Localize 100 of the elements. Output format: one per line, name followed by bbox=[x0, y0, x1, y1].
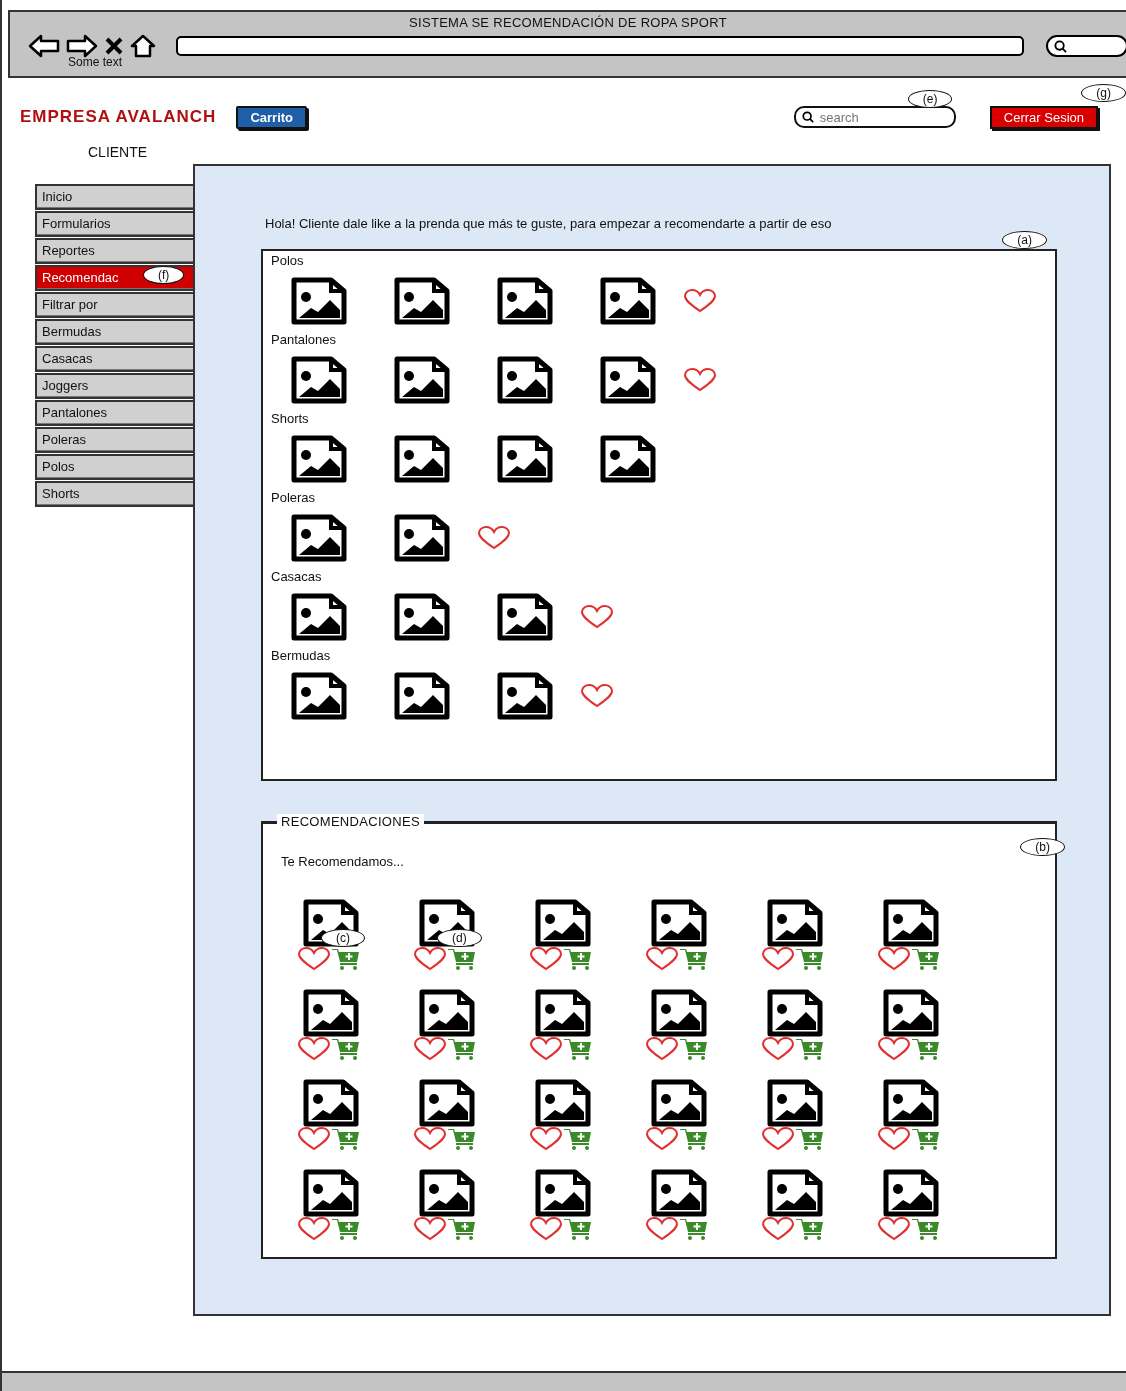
heart-icon[interactable] bbox=[877, 1217, 911, 1241]
cart-icon[interactable] bbox=[795, 1128, 825, 1150]
heart-icon[interactable] bbox=[529, 1127, 563, 1151]
cart-icon[interactable] bbox=[911, 1218, 941, 1240]
window-title: SISTEMA SE RECOMENDACIÓN DE ROPA SPORT bbox=[408, 14, 728, 30]
heart-icon[interactable] bbox=[877, 947, 911, 971]
panel-title: RECOMENDACIONES bbox=[277, 814, 424, 829]
heart-icon[interactable] bbox=[645, 947, 679, 971]
category-title: Bermudas bbox=[271, 648, 332, 664]
cart-icon[interactable] bbox=[795, 1038, 825, 1060]
sidebar-item[interactable]: Polos bbox=[35, 454, 193, 480]
image-icon bbox=[419, 989, 475, 1037]
back-icon[interactable] bbox=[28, 34, 60, 58]
heart-icon[interactable] bbox=[413, 1217, 447, 1241]
heart-icon[interactable] bbox=[413, 1037, 447, 1061]
category-title: Poleras bbox=[271, 490, 317, 506]
heart-icon[interactable] bbox=[529, 1217, 563, 1241]
image-icon bbox=[535, 899, 591, 947]
category-title: Polos bbox=[271, 253, 305, 269]
heart-icon[interactable] bbox=[580, 604, 614, 629]
address-bar[interactable] bbox=[176, 36, 1024, 56]
cart-icon[interactable] bbox=[447, 1218, 477, 1240]
heart-icon[interactable] bbox=[297, 1127, 331, 1151]
image-icon bbox=[419, 1169, 475, 1217]
cart-icon[interactable] bbox=[447, 948, 477, 970]
search-field[interactable] bbox=[1046, 35, 1126, 57]
image-icon bbox=[883, 1169, 939, 1217]
image-icon bbox=[600, 355, 656, 404]
cart-icon[interactable] bbox=[447, 1128, 477, 1150]
heart-icon[interactable] bbox=[761, 947, 795, 971]
cart-icon[interactable] bbox=[563, 1218, 593, 1240]
sidebar-item[interactable]: Reportes bbox=[35, 238, 193, 264]
search-field[interactable]: search bbox=[793, 106, 956, 128]
cart-icon[interactable] bbox=[795, 948, 825, 970]
image-icon bbox=[497, 671, 553, 720]
forward-icon[interactable] bbox=[66, 34, 98, 58]
heart-icon[interactable] bbox=[297, 1217, 331, 1241]
sidebar-item[interactable]: Formularios bbox=[35, 211, 193, 237]
cart-icon[interactable] bbox=[679, 1038, 709, 1060]
cart-icon[interactable] bbox=[911, 1128, 941, 1150]
cart-icon[interactable] bbox=[563, 1038, 593, 1060]
home-icon[interactable] bbox=[130, 34, 156, 58]
heart-icon[interactable] bbox=[645, 1127, 679, 1151]
heart-icon[interactable] bbox=[297, 1037, 331, 1061]
cart-icon[interactable] bbox=[331, 1128, 361, 1150]
image-icon bbox=[394, 671, 450, 720]
brand-name: EMPRESA AVALANCH bbox=[20, 107, 217, 127]
cart-icon[interactable] bbox=[795, 1218, 825, 1240]
image-icon bbox=[394, 355, 450, 404]
heart-icon[interactable] bbox=[413, 947, 447, 971]
logout-button[interactable]: Cerrar Sesion bbox=[989, 105, 1098, 129]
heart-icon[interactable] bbox=[645, 1037, 679, 1061]
sidebar-item[interactable]: Filtrar por bbox=[35, 292, 193, 318]
image-icon bbox=[497, 434, 553, 483]
heart-icon[interactable] bbox=[529, 947, 563, 971]
sidebar-item[interactable]: Poleras bbox=[35, 427, 193, 453]
image-icon bbox=[394, 276, 450, 325]
heart-icon[interactable] bbox=[761, 1037, 795, 1061]
cart-icon[interactable] bbox=[331, 1038, 361, 1060]
heart-icon[interactable] bbox=[761, 1127, 795, 1151]
heart-icon[interactable] bbox=[297, 947, 331, 971]
heart-icon[interactable] bbox=[877, 1127, 911, 1151]
cart-icon[interactable] bbox=[679, 1128, 709, 1150]
cart-icon[interactable] bbox=[331, 948, 361, 970]
sidebar-item[interactable]: Shorts bbox=[35, 481, 193, 507]
heart-icon[interactable] bbox=[877, 1037, 911, 1061]
cart-icon[interactable] bbox=[331, 1218, 361, 1240]
image-icon bbox=[497, 592, 553, 641]
cart-icon[interactable] bbox=[563, 948, 593, 970]
heart-icon[interactable] bbox=[580, 683, 614, 708]
heart-icon[interactable] bbox=[683, 367, 717, 392]
heart-icon[interactable] bbox=[645, 1217, 679, 1241]
cart-icon[interactable] bbox=[563, 1128, 593, 1150]
heart-icon[interactable] bbox=[413, 1127, 447, 1151]
image-icon bbox=[394, 513, 450, 562]
cart-icon[interactable] bbox=[447, 1038, 477, 1060]
callout: (a) bbox=[1002, 231, 1047, 249]
sidebar-item[interactable]: Pantalones bbox=[35, 400, 193, 426]
sidebar-item[interactable]: Inicio bbox=[35, 184, 193, 210]
sidebar-item[interactable]: Joggers bbox=[35, 373, 193, 399]
search-icon bbox=[1054, 39, 1067, 53]
cart-icon[interactable] bbox=[679, 948, 709, 970]
sidebar-item[interactable]: Casacas bbox=[35, 346, 193, 372]
image-icon bbox=[883, 899, 939, 947]
sidebar-item[interactable]: Bermudas bbox=[35, 319, 193, 345]
image-icon bbox=[883, 989, 939, 1037]
image-icon bbox=[767, 989, 823, 1037]
cart-button[interactable]: Carrito bbox=[236, 105, 308, 129]
heart-icon[interactable] bbox=[477, 525, 511, 550]
close-icon[interactable] bbox=[104, 36, 124, 56]
heart-icon[interactable] bbox=[683, 288, 717, 313]
image-icon bbox=[303, 1169, 359, 1217]
image-icon bbox=[600, 276, 656, 325]
cart-icon[interactable] bbox=[911, 1038, 941, 1060]
heart-icon[interactable] bbox=[761, 1217, 795, 1241]
cart-icon[interactable] bbox=[679, 1218, 709, 1240]
image-icon bbox=[291, 513, 347, 562]
heart-icon[interactable] bbox=[529, 1037, 563, 1061]
image-icon bbox=[497, 355, 553, 404]
cart-icon[interactable] bbox=[911, 948, 941, 970]
